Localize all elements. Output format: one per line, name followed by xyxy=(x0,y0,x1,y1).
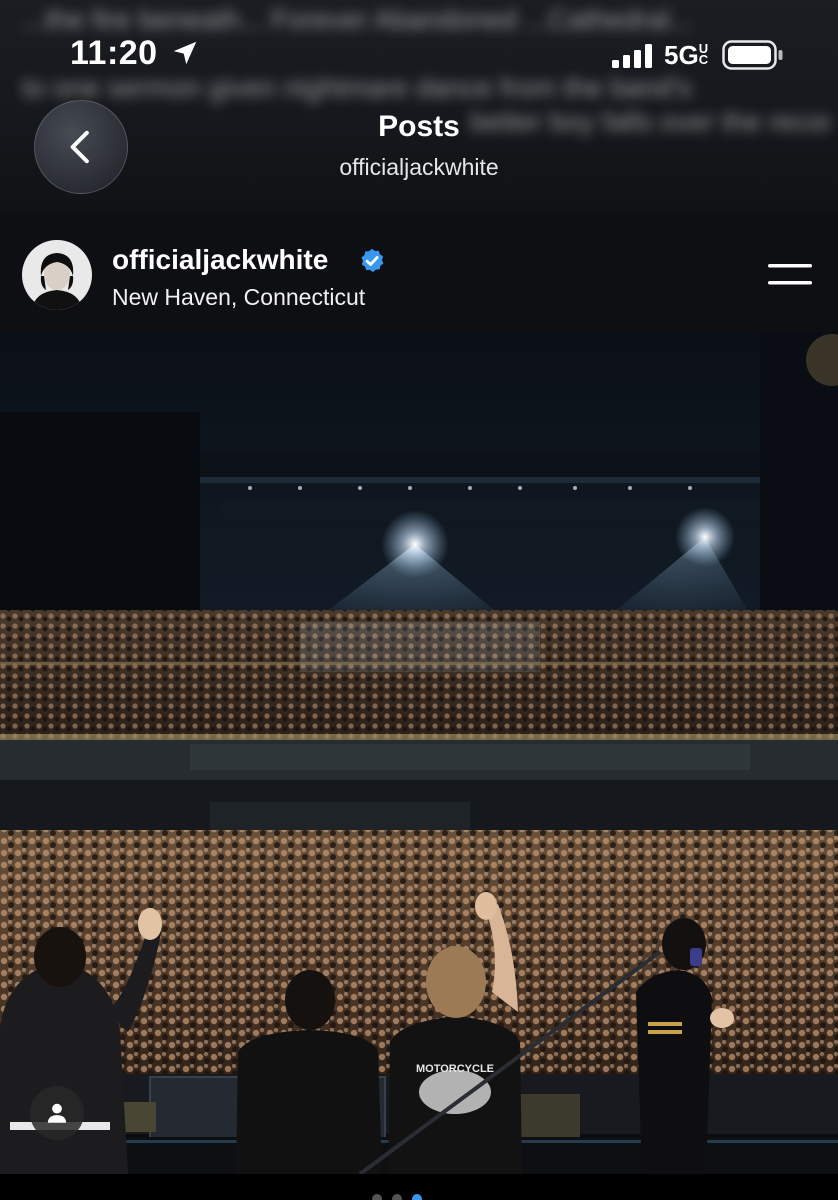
page-title: Posts xyxy=(378,110,460,143)
carousel-dot xyxy=(372,1194,382,1200)
carousel-indicator xyxy=(372,1194,432,1200)
post-location[interactable]: New Haven, Connecticut xyxy=(112,284,365,311)
location-arrow-icon xyxy=(173,41,197,65)
profile-photo xyxy=(22,240,92,310)
cellular-signal-icon xyxy=(612,44,652,68)
post-username[interactable]: officialjackwhite xyxy=(112,244,328,276)
concert-photo: MOTORCYCLE xyxy=(0,332,838,1174)
avatar[interactable] xyxy=(22,240,92,310)
carousel-dot-active xyxy=(412,1194,422,1200)
user-tag-icon xyxy=(47,1103,67,1123)
top-header: ...the fire beneath... Forever Abandoned… xyxy=(0,0,838,212)
carousel-dot xyxy=(392,1194,402,1200)
post-photo[interactable]: MOTORCYCLE xyxy=(0,332,838,1174)
battery-icon xyxy=(722,40,783,70)
post-header: officialjackwhite New Haven, Connecticut xyxy=(0,212,838,332)
network-suffix: UC xyxy=(698,41,709,67)
verified-badge-icon xyxy=(361,248,384,273)
status-time: 11:20 xyxy=(70,34,158,72)
network-type: 5GUC xyxy=(664,40,713,71)
shirt-text: MOTORCYCLE xyxy=(416,1063,494,1075)
status-bar: 11:20 5GUC xyxy=(0,30,838,78)
menu-icon[interactable] xyxy=(766,260,814,290)
user-tag-button[interactable] xyxy=(30,1086,84,1140)
page-subtitle: officialjackwhite xyxy=(339,154,499,180)
header-title-block: Posts officialjackwhite xyxy=(0,110,838,181)
